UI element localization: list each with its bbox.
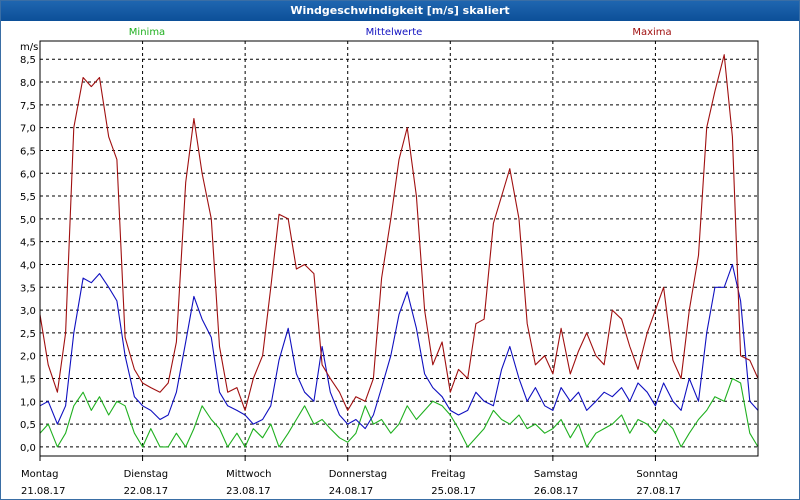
series-line-mittelwerte <box>39 263 759 430</box>
x-tick-day: Montag <box>21 469 58 480</box>
x-tick-day: Donnerstag <box>329 469 387 480</box>
x-tick-date: 25.08.17 <box>431 486 476 497</box>
y-tick-label: 1,5 <box>20 374 36 385</box>
y-tick-label: 3,5 <box>20 283 36 294</box>
x-tick-date: 23.08.17 <box>226 486 271 497</box>
y-tick-label: 4,5 <box>20 238 36 249</box>
y-tick-label: 7,0 <box>20 124 36 135</box>
x-tick-day: Mittwoch <box>226 469 271 480</box>
y-tick-label: 4,0 <box>20 260 36 271</box>
legend-item-maxima: Maxima <box>632 27 671 38</box>
x-tick-date: 24.08.17 <box>329 486 374 497</box>
x-tick-date: 21.08.17 <box>21 486 66 497</box>
legend: Minima Mittelwerte Maxima <box>129 27 672 38</box>
chart-canvas: 0,0 0,5 1,0 1,5 2,0 2,5 3,0 3,5 4,0 4,5 5,0 5,5 6,0 6… <box>20 27 759 497</box>
y-tick-label: 1,0 <box>20 397 36 408</box>
y-tick-label: 0,0 <box>20 443 36 454</box>
y-tick-label: 2,5 <box>20 329 36 340</box>
x-tick-day: Freitag <box>431 469 465 480</box>
series-line-maxima <box>39 54 759 411</box>
y-tick-label: 5,5 <box>20 192 36 203</box>
y-tick-label: 6,0 <box>20 169 36 180</box>
legend-item-mittelwerte: Mittelwerte <box>366 27 423 38</box>
x-axis-ticks: Montag 21.08.17 Dienstag 22.08.17 Mittwoch 23… <box>21 456 681 497</box>
y-tick-label: 8,5 <box>20 55 36 66</box>
y-tick-label: 5,0 <box>20 215 36 226</box>
x-tick-date: 22.08.17 <box>124 486 169 497</box>
x-tick-day: Samstag <box>534 469 578 480</box>
series-line-minima <box>39 377 759 448</box>
y-tick-label: 2,0 <box>20 352 36 363</box>
x-tick-date: 26.08.17 <box>534 486 579 497</box>
y-axis-ticks: 0,0 0,5 1,0 1,5 2,0 2,5 3,0 3,5 4,0 4,5 5,0 5,5 6,0 6… <box>20 55 36 454</box>
y-tick-label: 8,0 <box>20 78 36 89</box>
x-tick-day: Dienstag <box>124 469 169 480</box>
series-lines <box>39 54 759 448</box>
x-tick-day: Sonntag <box>636 469 678 480</box>
legend-item-minima: Minima <box>129 27 165 38</box>
y-tick-label: 0,5 <box>20 420 36 431</box>
y-axis-label: m/s <box>20 42 38 53</box>
y-tick-label: 6,5 <box>20 146 36 157</box>
plot-border <box>39 40 759 457</box>
x-tick-date: 27.08.17 <box>636 486 681 497</box>
grid <box>40 41 758 456</box>
y-tick-label: 3,0 <box>20 306 36 317</box>
y-tick-label: 7,5 <box>20 101 36 112</box>
